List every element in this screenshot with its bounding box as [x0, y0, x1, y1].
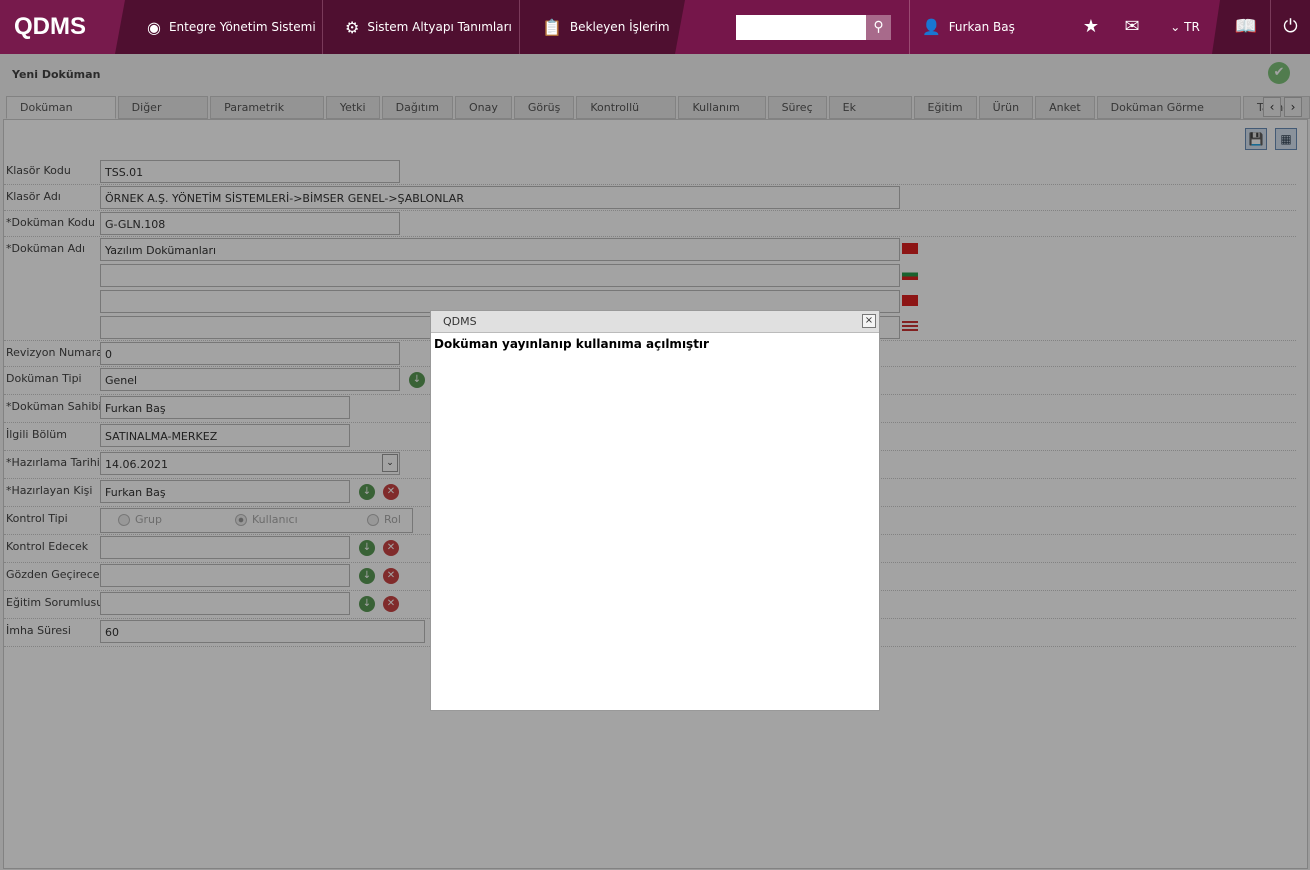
message-dialog: QDMS × Doküman yayınlanıp kullanıma açıl… [430, 310, 880, 711]
nav-sistem[interactable]: ⚙ Sistem Altyapı Tanımları [323, 0, 520, 54]
user-icon: 👤 [922, 18, 941, 36]
search-icon: ⚲ [873, 19, 884, 35]
nav-bekleyen[interactable]: 📋 Bekleyen İşlerim [520, 0, 680, 54]
top-header: QDMS ◉ Entegre Yönetim Sistemi ⚙ Sistem Al… [0, 0, 1310, 54]
q-icon: ◉ [147, 17, 161, 37]
power-icon[interactable]: ⏻ [1270, 0, 1310, 54]
language-select[interactable]: ⌄ TR [1162, 0, 1208, 54]
user-menu[interactable]: 👤 Furkan Baş [909, 0, 1015, 54]
qdms-logo[interactable]: QDMS [0, 0, 125, 54]
chevron-down-icon: ⌄ [1170, 20, 1181, 34]
dialog-title: QDMS [431, 311, 879, 333]
star-icon[interactable]: ★ [1080, 0, 1102, 54]
clipboard-icon: 📋 [542, 17, 562, 37]
nav-entegre[interactable]: ◉ Entegre Yönetim Sistemi [125, 0, 323, 54]
manual-book-icon[interactable]: 📖 [1232, 0, 1260, 54]
dialog-message: Doküman yayınlanıp kullanıma açılmıştır [434, 337, 709, 351]
mail-icon[interactable]: ✉ [1120, 0, 1144, 54]
search-button[interactable]: ⚲ [866, 15, 891, 40]
close-icon[interactable]: × [862, 314, 876, 328]
search-input[interactable] [736, 15, 866, 40]
gear-icon: ⚙ [345, 17, 360, 37]
